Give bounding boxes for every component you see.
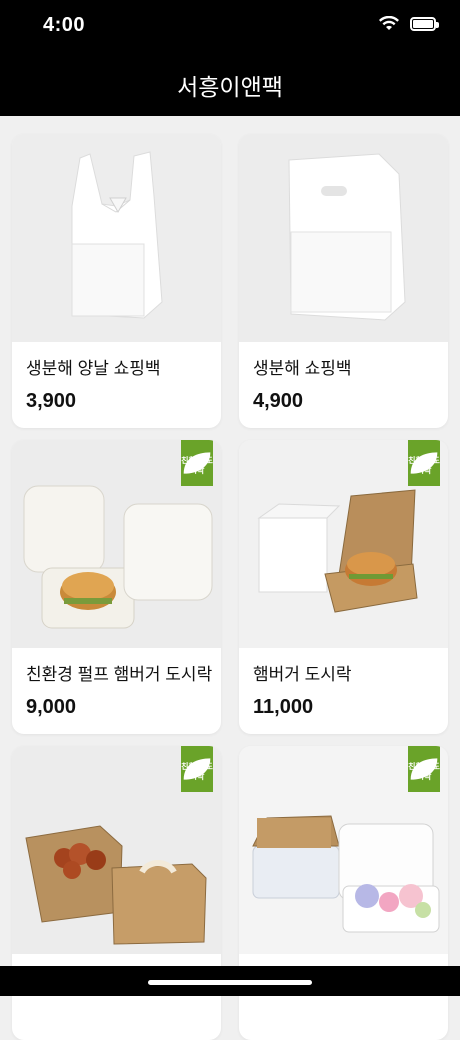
product-card[interactable]: 친환경 도시락 햄버거 도시락 11,000 [239, 440, 448, 734]
leaf-icon [183, 452, 211, 474]
page-title: 서흥이앤팩 [177, 74, 283, 100]
status-icons [354, 16, 439, 32]
product-price: 11,000 [253, 696, 314, 718]
product-price: 9,000 [26, 696, 77, 718]
product-name: 생분해 양날 쇼핑백 [26, 359, 161, 378]
product-image: 친환경 도시락 [239, 746, 448, 954]
eco-badge: 친환경 도시락 [181, 746, 213, 792]
battery-icon [410, 17, 439, 31]
product-image [239, 134, 448, 342]
product-card[interactable]: 친환경 도시락 친환경 펄프 햄버거 도시락 9,000 [12, 440, 221, 734]
product-name: 햄버거 도시락 [253, 665, 352, 684]
product-image: 친환경 도시락 [239, 440, 448, 648]
eco-badge: 친환경 도시락 [408, 746, 440, 792]
product-name: 생분해 쇼핑백 [253, 359, 352, 378]
product-card[interactable]: 생분해 쇼핑백 4,900 [239, 134, 448, 428]
product-price: 4,900 [253, 390, 304, 412]
eco-badge: 친환경 도시락 [408, 440, 440, 486]
product-card[interactable]: 생분해 양날 쇼핑백 3,900 [12, 134, 221, 428]
product-image [12, 134, 221, 342]
status-time: 4:00 [43, 14, 86, 36]
product-image: 친환경 도시락 [12, 746, 221, 954]
eco-badge: 친환경 도시락 [181, 440, 213, 486]
leaf-icon [183, 758, 211, 780]
top-bar: 4:00 서흥이앤팩 [0, 0, 460, 116]
product-grid: 생분해 양날 쇼핑백 3,900 생분해 쇼핑백 4,900 도 락 친환경 펄… [12, 134, 448, 1040]
home-indicator-bar[interactable] [148, 980, 312, 985]
leaf-icon [410, 452, 438, 474]
product-image: 친환경 도시락 [12, 440, 221, 648]
leaf-icon [410, 758, 438, 780]
product-name: 친환경 펄프 햄버거 도시락 [26, 665, 213, 684]
wifi-icon [379, 16, 399, 30]
product-price: 3,900 [26, 390, 77, 412]
home-indicator [0, 966, 460, 996]
